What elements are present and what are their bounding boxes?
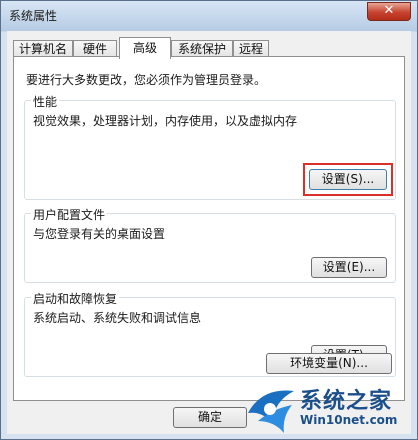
title-bar[interactable]: 系统属性 ✕ <box>1 1 417 31</box>
user-profiles-description: 与您登录有关的桌面设置 <box>33 227 166 241</box>
startup-recovery-label: 启动和故障恢复 <box>31 290 120 307</box>
performance-description: 视觉效果，处理器计划，内存使用，以及虚拟内存 <box>33 114 298 128</box>
system-properties-window: 系统属性 ✕ 计算机名 硬件 高级 系统保护 远程 要进行大多数更改，您必须作为… <box>0 0 418 440</box>
user-profiles-group: 用户配置文件 与您登录有关的桌面设置 设置(E)... <box>24 206 396 283</box>
dialog-client-area: 计算机名 硬件 高级 系统保护 远程 要进行大多数更改，您必须作为管理员登录。 … <box>7 31 411 434</box>
admin-notice: 要进行大多数更改，您必须作为管理员登录。 <box>26 73 267 87</box>
close-button[interactable]: ✕ <box>367 2 411 21</box>
highlight-box <box>303 163 393 196</box>
watermark-brand: 系统之家 <box>300 389 393 414</box>
user-profiles-label: 用户配置文件 <box>31 206 108 223</box>
performance-group: 性能 视觉效果，处理器计划，内存使用，以及虚拟内存 设置(S)... <box>24 93 396 200</box>
tab-advanced[interactable]: 高级 <box>119 37 171 59</box>
user-profiles-settings-button[interactable]: 设置(E)... <box>311 257 387 278</box>
advanced-tab-panel: 要进行大多数更改，您必须作为管理员登录。 性能 视觉效果，处理器计划，内存使用，… <box>13 56 405 401</box>
watermark-url: Win10net.com <box>300 413 398 427</box>
ok-button[interactable]: 确定 <box>173 407 247 428</box>
site-watermark: 系统之家 Win10net.com <box>242 379 417 439</box>
close-icon: ✕ <box>383 3 395 18</box>
performance-label: 性能 <box>31 93 60 110</box>
environment-variables-button[interactable]: 环境变量(N)... <box>266 353 392 374</box>
logo-icon <box>248 390 294 433</box>
startup-recovery-description: 系统启动、系统失败和调试信息 <box>33 311 202 325</box>
window-title: 系统属性 <box>9 9 58 23</box>
